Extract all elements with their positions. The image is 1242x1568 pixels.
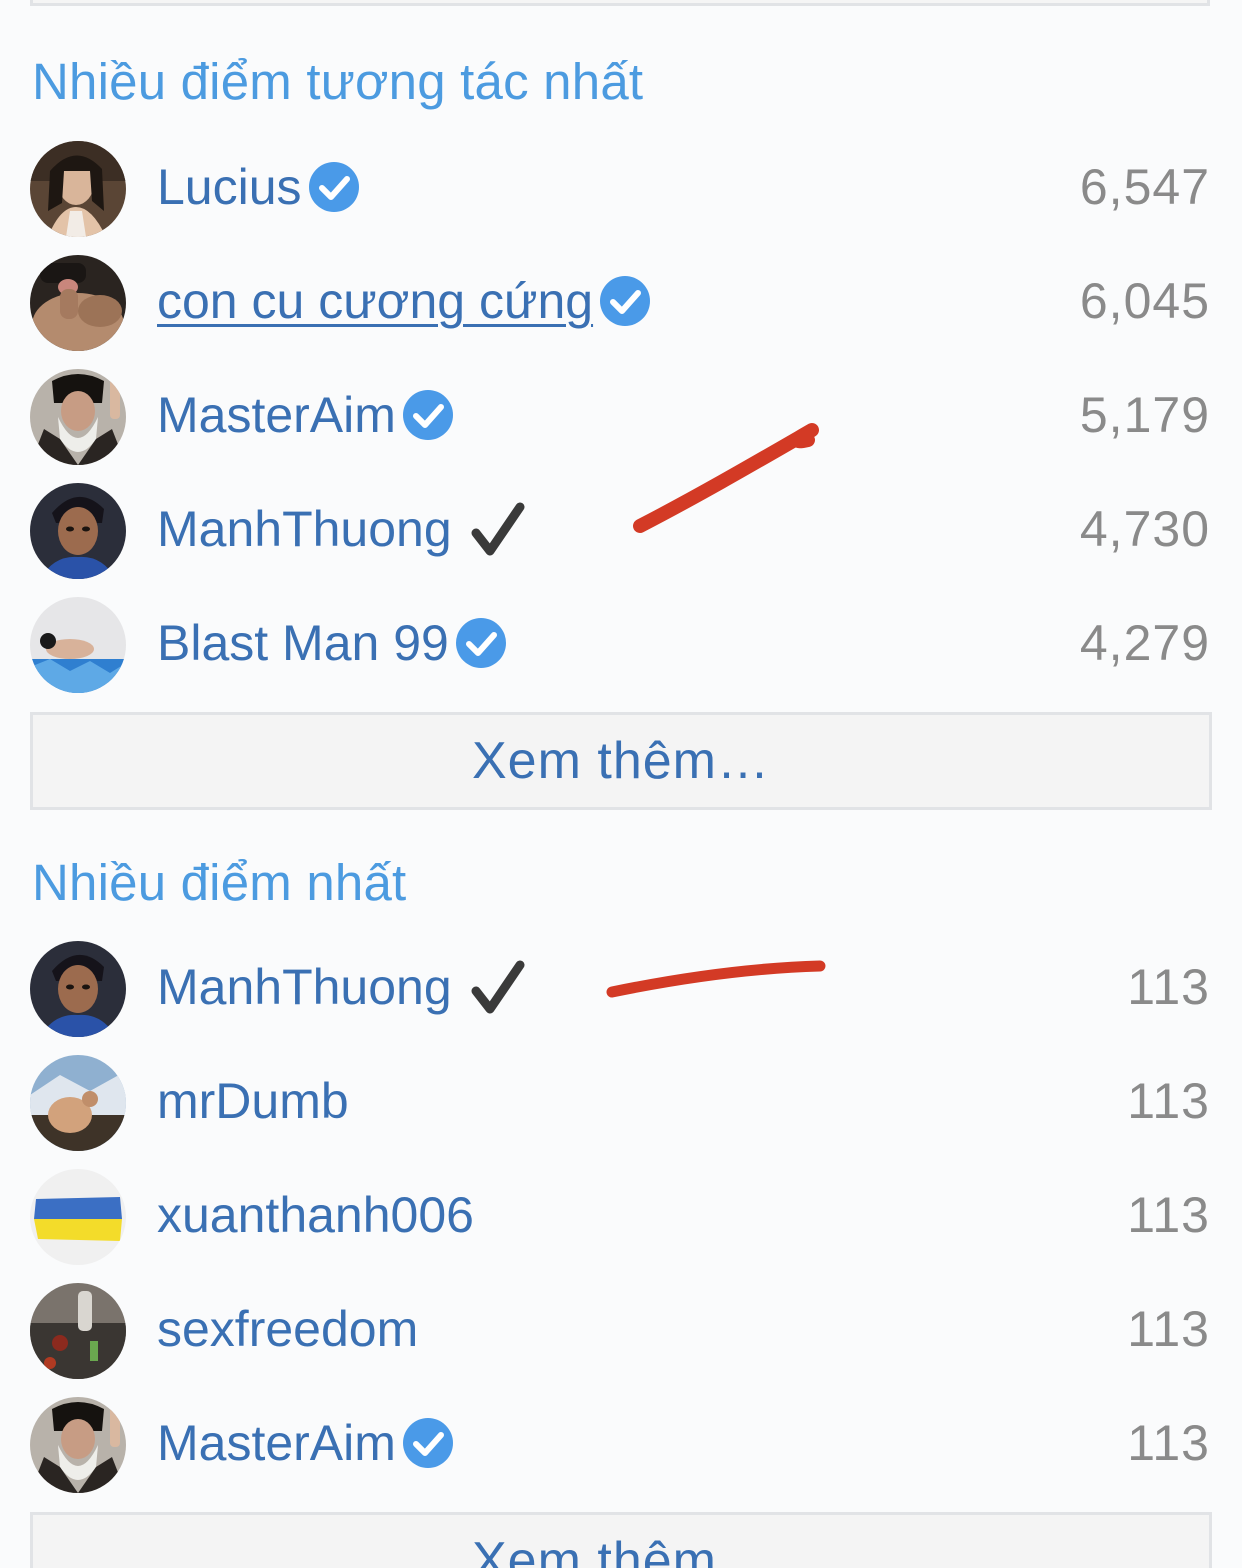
checkmark-icon xyxy=(471,502,525,556)
see-more-button[interactable]: Xem thêm… xyxy=(30,712,1212,810)
leaderboard-row[interactable]: MasterAim 5,179 xyxy=(30,369,1210,469)
score-value: 113 xyxy=(1127,1301,1210,1357)
avatar[interactable] xyxy=(30,1397,126,1493)
avatar[interactable] xyxy=(30,255,126,351)
leaderboard-row[interactable]: con cu cương cứng 6,045 xyxy=(30,255,1210,355)
verified-badge-icon xyxy=(402,1418,453,1468)
username-link[interactable]: MasterAim xyxy=(157,385,396,445)
leaderboard-row[interactable]: MasterAim 113 xyxy=(30,1397,1210,1497)
leaderboard-row[interactable]: ManhThuong 113 xyxy=(30,941,1210,1041)
avatar[interactable] xyxy=(30,941,126,1037)
checkmark-icon xyxy=(471,960,525,1014)
leaderboard-row[interactable]: xuanthanh006 113 xyxy=(30,1169,1210,1269)
score-value: 113 xyxy=(1127,1415,1210,1471)
avatar[interactable] xyxy=(30,597,126,693)
score-value: 113 xyxy=(1127,959,1210,1015)
username-link[interactable]: ManhThuong xyxy=(157,957,452,1017)
username-link[interactable]: con cu cương cứng xyxy=(157,271,593,331)
leaderboard-page: Nhiều điểm tương tác nhất Lucius 6,547 c… xyxy=(0,0,1242,1568)
leaderboard-row[interactable]: Blast Man 99 4,279 xyxy=(30,597,1210,697)
score-value: 4,279 xyxy=(1079,615,1210,671)
section-title-most-points: Nhiều điểm nhất xyxy=(32,854,407,911)
leaderboard-row[interactable]: Lucius 6,547 xyxy=(30,141,1210,241)
section-title-most-interactions: Nhiều điểm tương tác nhất xyxy=(32,53,644,110)
leaderboard-row[interactable]: sexfreedom 113 xyxy=(30,1283,1210,1383)
leaderboard-row[interactable]: mrDumb 113 xyxy=(30,1055,1210,1155)
avatar[interactable] xyxy=(30,1283,126,1379)
verified-badge-icon xyxy=(402,390,453,440)
username-link[interactable]: MasterAim xyxy=(157,1413,396,1473)
username-link[interactable]: Lucius xyxy=(157,157,302,217)
username-link[interactable]: Blast Man 99 xyxy=(157,613,449,673)
score-value: 113 xyxy=(1127,1073,1210,1129)
avatar[interactable] xyxy=(30,141,126,237)
username-link[interactable]: xuanthanh006 xyxy=(157,1185,474,1245)
avatar[interactable] xyxy=(30,1169,126,1265)
see-more-button[interactable]: Xem thêm… xyxy=(30,1512,1212,1568)
verified-badge-icon xyxy=(455,618,506,668)
username-link[interactable]: ManhThuong xyxy=(157,499,452,559)
avatar[interactable] xyxy=(30,1055,126,1151)
avatar[interactable] xyxy=(30,369,126,465)
score-value: 6,045 xyxy=(1079,273,1210,329)
score-value: 4,730 xyxy=(1079,501,1210,557)
avatar[interactable] xyxy=(30,483,126,579)
username-link[interactable]: sexfreedom xyxy=(157,1299,418,1359)
score-value: 5,179 xyxy=(1079,387,1210,443)
verified-badge-icon xyxy=(600,276,651,326)
previous-section-box xyxy=(30,0,1210,6)
score-value: 6,547 xyxy=(1079,159,1210,215)
username-link[interactable]: mrDumb xyxy=(157,1071,349,1131)
leaderboard-row[interactable]: ManhThuong 4,730 xyxy=(30,483,1210,583)
verified-badge-icon xyxy=(308,162,359,212)
score-value: 113 xyxy=(1127,1187,1210,1243)
